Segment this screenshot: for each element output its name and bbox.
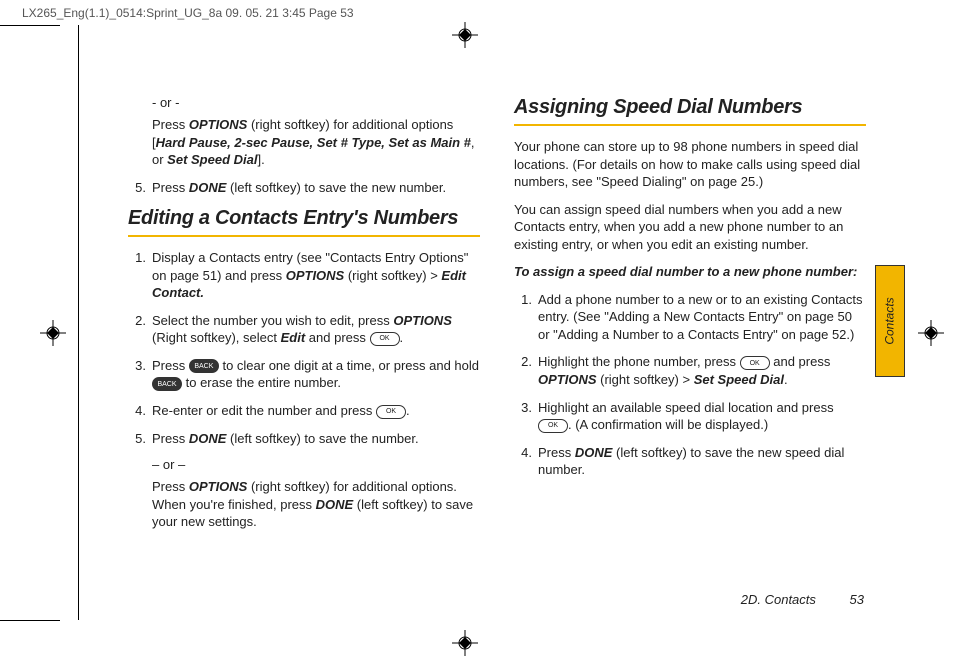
section-tab-label: Contacts xyxy=(883,297,897,344)
registration-mark-icon xyxy=(40,320,66,346)
list-item: 4. Re-enter or edit the number and press… xyxy=(128,402,480,420)
step-number: 1. xyxy=(514,291,532,344)
registration-mark-icon xyxy=(452,630,478,656)
page-content: - or - Press OPTIONS (right softkey) for… xyxy=(128,95,868,541)
list-item: 2. Select the number you wish to edit, p… xyxy=(128,312,480,347)
step-number: 4. xyxy=(514,444,532,479)
registration-mark-icon xyxy=(918,320,944,346)
crop-mark-vertical xyxy=(78,25,79,620)
step-number: 5. xyxy=(128,430,146,448)
heading-rule xyxy=(128,235,480,237)
ok-key-icon: OK xyxy=(376,405,406,419)
step-number: 5. xyxy=(128,179,146,197)
list-item: 2. Highlight the phone number, press OK … xyxy=(514,353,866,388)
step-number: 2. xyxy=(128,312,146,347)
crop-mark-top xyxy=(0,25,60,26)
intro-options-text: Press OPTIONS (right softkey) for additi… xyxy=(152,116,480,169)
list-item: 1. Display a Contacts entry (see "Contac… xyxy=(128,249,480,302)
left-column: - or - Press OPTIONS (right softkey) for… xyxy=(128,95,480,541)
step-number: 1. xyxy=(128,249,146,302)
list-item: 1. Add a phone number to a new or to an … xyxy=(514,291,866,344)
heading-editing-numbers: Editing a Contacts Entry's Numbers xyxy=(128,206,480,231)
heading-speed-dial: Assigning Speed Dial Numbers xyxy=(514,95,866,120)
step-number: 3. xyxy=(128,357,146,392)
ok-key-icon: OK xyxy=(740,356,770,370)
heading-rule xyxy=(514,124,866,126)
page-footer: 2D. Contacts 53 xyxy=(741,592,864,607)
list-item: 5. Press DONE (left softkey) to save the… xyxy=(128,430,480,448)
list-item: 3. Press BACK to clear one digit at a ti… xyxy=(128,357,480,392)
ok-key-icon: OK xyxy=(370,332,400,346)
ok-key-icon: OK xyxy=(538,419,568,433)
section-tab: Contacts xyxy=(875,265,905,377)
crop-mark-bottom xyxy=(0,620,60,621)
back-key-icon: BACK xyxy=(152,377,182,391)
list-item: 4. Press DONE (left softkey) to save the… xyxy=(514,444,866,479)
or-divider: – or – xyxy=(152,457,480,472)
print-slug: LX265_Eng(1.1)_0514:Sprint_UG_8a 09. 05.… xyxy=(22,6,354,20)
paragraph: Your phone can store up to 98 phone numb… xyxy=(514,138,866,191)
step-number: 3. xyxy=(514,399,532,434)
list-item: 5. Press DONE (left softkey) to save the… xyxy=(128,179,480,197)
paragraph: You can assign speed dial numbers when y… xyxy=(514,201,866,254)
instruction-heading: To assign a speed dial number to a new p… xyxy=(514,263,866,281)
right-column: Assigning Speed Dial Numbers Your phone … xyxy=(514,95,866,541)
back-key-icon: BACK xyxy=(189,359,219,373)
step-number: 2. xyxy=(514,353,532,388)
list-item: 3. Highlight an available speed dial loc… xyxy=(514,399,866,434)
or-divider: - or - xyxy=(152,95,480,110)
step-number: 4. xyxy=(128,402,146,420)
registration-mark-icon xyxy=(452,22,478,48)
tail-text: Press OPTIONS (right softkey) for additi… xyxy=(152,478,480,531)
footer-page-number: 53 xyxy=(850,592,864,607)
footer-section: 2D. Contacts xyxy=(741,592,816,607)
